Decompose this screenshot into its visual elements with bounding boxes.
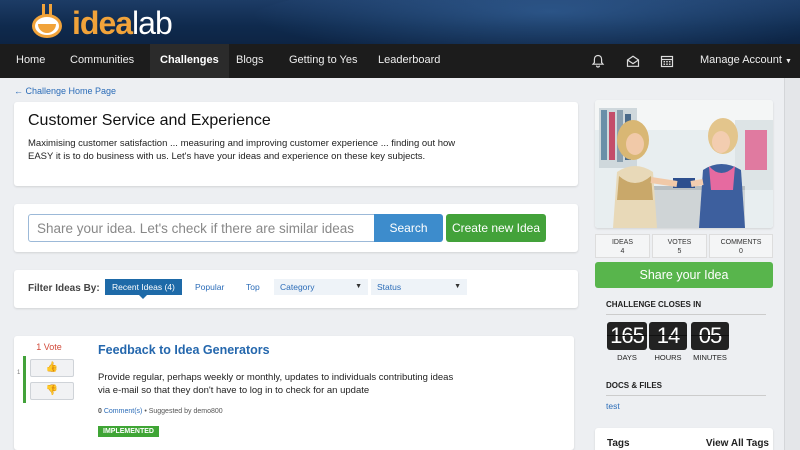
challenge-description: Maximising customer satisfaction ... mea… [28,138,456,162]
status-select-label: Status [377,282,402,292]
doc-link-test[interactable]: test [606,401,620,411]
docs-files-label: DOCS & FILES [606,381,663,390]
nav-getting-to-yes[interactable]: Getting to Yes [289,44,358,78]
manage-account-label: Manage Account [700,54,782,66]
header-decoration [250,0,800,44]
votes-stat-value: 5 [677,248,682,255]
nav-blogs[interactable]: Blogs [236,44,264,78]
challenge-info-card: Customer Service and Experience Maximisi… [14,102,578,186]
divider [606,314,766,315]
idealab-logo[interactable]: idealab [28,0,173,41]
nav-leaderboard[interactable]: Leaderboard [378,44,440,78]
filter-bar: Filter Ideas By: Recent Ideas (4) Popula… [14,270,578,308]
main-nav: Home Communities Challenges Blogs Gettin… [0,44,800,78]
suggested-by: • Suggested by demo800 [144,408,223,415]
votes-stat-label: VOTES [667,239,692,246]
comments-stat: COMMENTS 0 [709,234,773,258]
idea-status-stripe [23,356,26,403]
status-select[interactable]: Status ▼ [371,279,467,295]
thumbs-up-icon: 👍 [45,362,59,373]
share-your-idea-button[interactable]: Share your Idea [595,262,773,288]
idea-description: Provide regular, perhaps weekly or month… [98,372,454,396]
comments-stat-label: COMMENTS [720,239,762,246]
flask-icon [28,4,68,40]
comments-link[interactable]: Comment(s) [102,408,143,415]
idea-rank: 1 [17,370,21,376]
app-header: idealab [0,0,800,44]
nav-communities[interactable]: Communities [70,44,134,78]
search-button[interactable]: Search [374,214,443,242]
create-new-idea-button[interactable]: Create new Idea [446,214,546,242]
minutes-label: MINUTES [693,353,727,362]
divider [606,395,766,396]
chevron-down-icon: ▼ [355,283,362,290]
logo-text-idea: idea [72,5,133,41]
countdown-hours: 14 [649,322,687,350]
filter-tab-recent[interactable]: Recent Ideas (4) [105,279,182,299]
votes-stat: VOTES 5 [652,234,707,258]
bell-icon[interactable] [591,54,605,68]
challenge-title: Customer Service and Experience [28,112,271,129]
calendar-icon[interactable] [660,54,674,68]
category-select-label: Category [280,282,315,292]
chevron-down-icon: ▼ [454,283,461,290]
challenge-closes-label: CHALLENGE CLOSES IN [606,300,702,309]
ideas-stat-label: IDEAS [611,239,633,246]
filter-tab-top[interactable]: Top [239,279,267,295]
countdown-minutes: 05 [691,322,729,350]
hours-label: HOURS [654,353,682,362]
view-all-tags-link[interactable]: View All Tags [706,438,769,449]
vote-count: 1 Vote [36,342,62,352]
vote-up-button[interactable]: 👍 [30,359,74,377]
countdown-days: 165 [607,322,647,350]
logo-text: idealab [72,5,173,41]
category-select[interactable]: Category ▼ [274,279,368,295]
tags-card: Tags View All Tags [595,428,773,450]
ideas-stat-value: 4 [620,248,625,255]
idea-title-link[interactable]: Feedback to Idea Generators [98,343,270,357]
thumbs-down-icon: 👎 [45,385,59,396]
nav-challenges[interactable]: Challenges [150,44,229,78]
ideas-stat: IDEAS 4 [595,234,650,258]
status-badge: IMPLEMENTED [98,426,159,437]
tags-label: Tags [607,438,630,449]
filter-tab-popular[interactable]: Popular [188,279,231,295]
mail-icon[interactable] [626,54,640,68]
breadcrumb-challenge-home[interactable]: ← Challenge Home Page [14,86,116,96]
vote-down-button[interactable]: 👎 [30,382,74,400]
logo-text-lab: lab [132,5,173,41]
nav-home[interactable]: Home [16,44,45,78]
idea-card: 1 1 Vote 👍 👎 Feedback to Idea Generators… [14,336,574,450]
idea-search-input[interactable] [28,214,375,242]
page-scrollbar[interactable] [784,78,800,450]
challenge-image [595,100,773,228]
days-label: DAYS [617,353,637,362]
manage-account-menu[interactable]: Manage Account ▼ [700,44,792,78]
idea-meta: 0 Comment(s) • Suggested by demo800 [98,408,223,415]
idea-search-card: Search Create new Idea [14,204,578,252]
customer-service-photo [595,100,773,228]
comments-stat-value: 0 [739,248,743,255]
chevron-down-icon: ▼ [785,58,792,65]
filter-label: Filter Ideas By: [28,283,100,294]
challenge-stats: IDEAS 4 VOTES 5 COMMENTS 0 [595,232,773,260]
